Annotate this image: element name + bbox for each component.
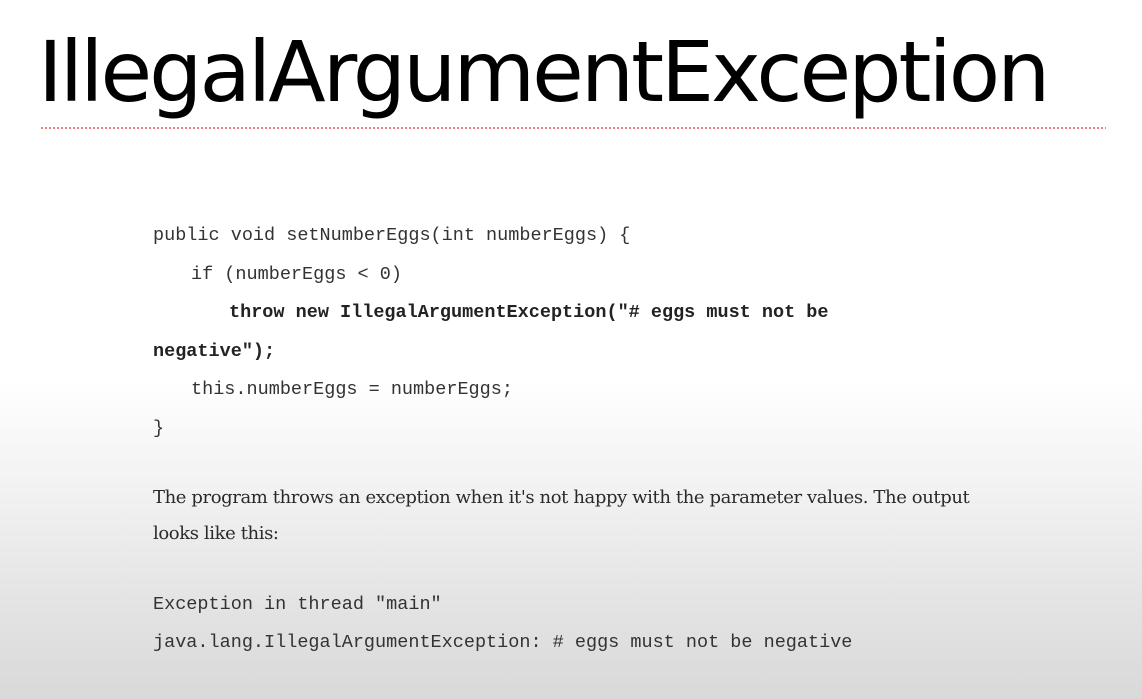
code-line-method-signature: public void setNumberEggs(int numberEggs… — [153, 225, 631, 246]
explanation-paragraph: The program throws an exception when it'… — [153, 487, 970, 544]
code-line-closing-brace: } — [153, 417, 165, 439]
output-line-thread: Exception in thread "main" — [153, 594, 442, 615]
slide-title: IllegalArgumentException — [38, 23, 1050, 121]
spellcheck-underline — [40, 126, 1106, 130]
code-line-assignment: this.numberEggs = numberEggs; — [191, 379, 513, 400]
output-line-exception: java.lang.IllegalArgumentException: # eg… — [153, 632, 853, 653]
code-block: public void setNumberEggs(int numberEggs… — [153, 221, 829, 452]
console-output: Exception in thread "main" java.lang.Ill… — [153, 590, 852, 666]
code-line-throw-statement: throw new IllegalArgumentException("# eg… — [229, 302, 829, 323]
code-line-throw-continuation: negative"); — [153, 340, 276, 362]
code-line-if-condition: if (numberEggs < 0) — [191, 263, 402, 285]
